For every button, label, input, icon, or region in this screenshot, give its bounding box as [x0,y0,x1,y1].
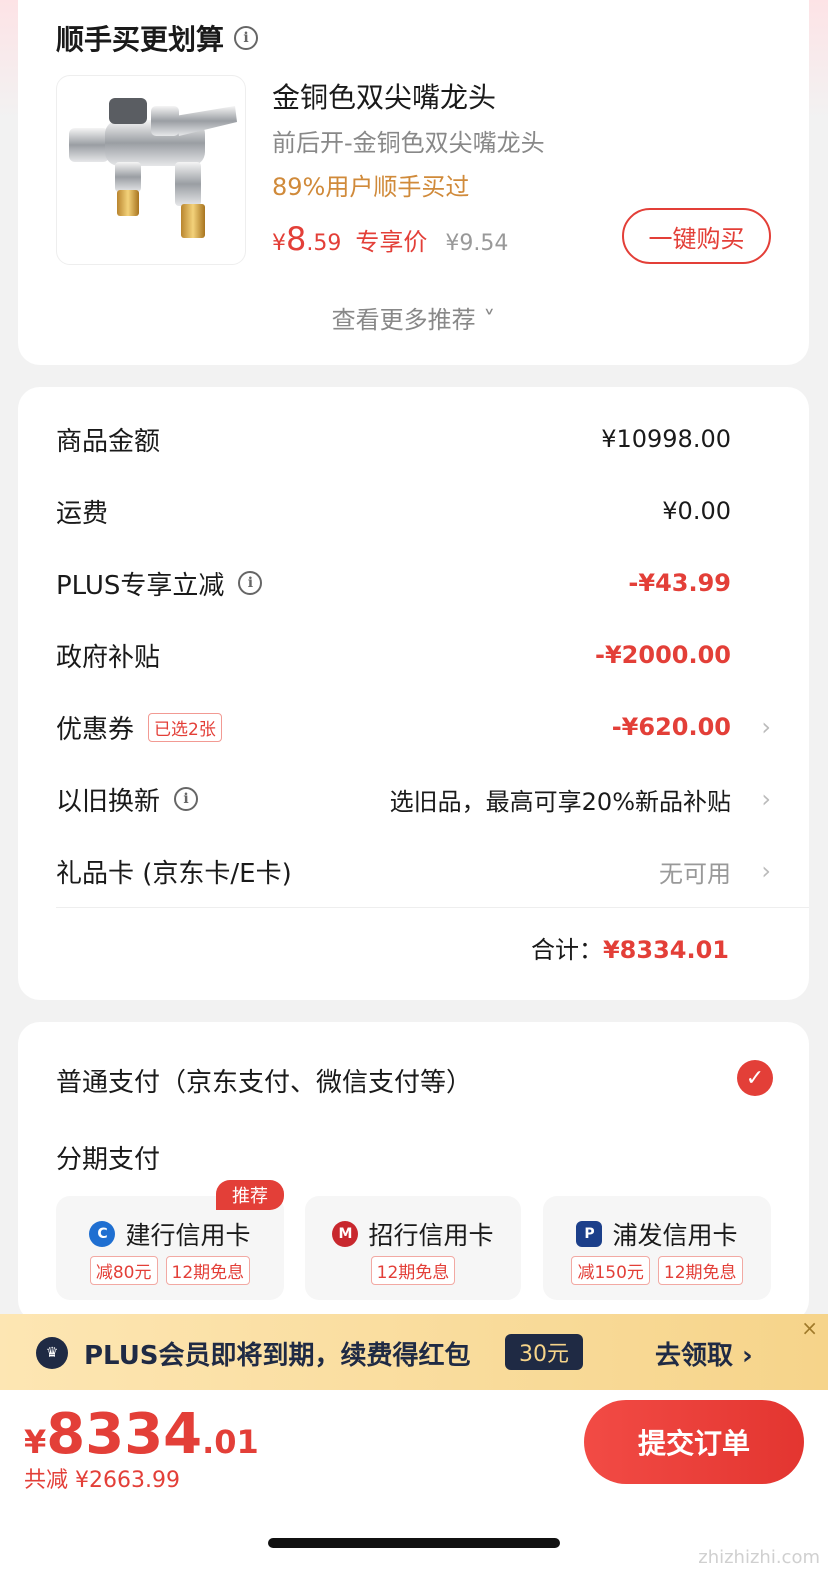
recommend-title: 顺手买更划算 i [56,18,259,58]
summary-label: 礼品卡 (京东卡/E卡) [56,858,292,889]
installment-payment-label: 分期支付 [56,1145,161,1175]
summary-row-shipping: 运费 ¥0.00 [56,491,771,531]
final-price: ¥ 8334 .01 [24,1402,259,1467]
summary-row-goods-amount: 商品金额 ¥10998.00 [56,419,771,459]
final-price-integer: 8334 [46,1402,203,1467]
bottom-checkout-bar: ¥ 8334 .01 共减 ¥2663.99 提交订单 zhizhizhi.co… [0,1390,828,1572]
summary-label: 以旧换新 i [56,781,199,818]
product-price: ¥ 8 .59 专享价 ¥9.54 [272,220,508,258]
summary-label-text: PLUS专享立减 [56,570,225,601]
summary-value: ¥10998.00 [601,425,731,453]
total-amount: ¥8334.01 [602,936,729,964]
submit-order-button[interactable]: 提交订单 [584,1400,804,1484]
product-subtitle: 前后开-金铜色双尖嘴龙头 [272,129,545,157]
summary-label: PLUS专享立减 i [56,565,263,602]
bank-name-text: 浦发信用卡 [612,1221,738,1250]
summary-label-text: 优惠券 [56,714,135,745]
bank-tags: 减80元 12期免息 [56,1256,284,1285]
product-name[interactable]: 金铜色双尖嘴龙头 [272,76,496,116]
plus-renewal-banner[interactable]: ♛ PLUS会员即将到期，续费得红包 30元 去领取 › × [0,1314,828,1390]
summary-value: 选旧品，最高可享20%新品补贴 [389,787,731,816]
payment-card: 普通支付（京东支付、微信支付等） ✓ 分期支付 C 建行信用卡 减80元 12期… [18,1022,809,1322]
summary-row-gov-subsidy: 政府补贴 -¥2000.00 [56,635,771,675]
bank-option-cmb[interactable]: M 招行信用卡 12期免息 [305,1196,521,1300]
recommend-badge: 推荐 [216,1180,284,1210]
home-indicator[interactable] [268,1538,560,1548]
bank-name-text: 招行信用卡 [368,1221,494,1250]
bank-tag: 12期免息 [165,1256,251,1285]
plus-claim-button[interactable]: 去领取 › [655,1335,753,1372]
plus-banner-text: PLUS会员即将到期，续费得红包 [84,1341,471,1371]
coupon-selected-tag: 已选2张 [148,712,222,742]
chevron-right-icon: › [761,713,771,741]
summary-label: 政府补贴 [56,642,161,673]
bank-name: C 建行信用卡 [56,1216,284,1252]
bank-tag: 减150元 [571,1256,650,1285]
bank-name: M 招行信用卡 [305,1216,521,1252]
normal-payment-option[interactable]: 普通支付（京东支付、微信支付等） [56,1062,472,1099]
bank-tag: 12期免息 [370,1256,456,1285]
info-icon[interactable]: i [234,26,259,50]
chevron-right-icon: › [761,857,771,885]
final-price-currency: ¥ [24,1423,47,1461]
original-price: ¥9.54 [445,231,509,256]
summary-value: -¥2000.00 [595,641,731,669]
summary-value: -¥620.00 [611,713,731,741]
recommend-card: 顺手买更划算 i 金铜色双尖嘴龙头 前后开-金铜色双尖嘴龙头 89%用户顺手买过… [18,0,809,365]
summary-label-text: 以旧换新 [56,786,161,817]
bank-tag: 12期免息 [657,1256,743,1285]
spdb-logo-icon: P [576,1221,603,1247]
summary-row-gift-card[interactable]: 礼品卡 (京东卡/E卡) 无可用 › [56,851,771,891]
bank-tag: 减80元 [89,1256,158,1285]
summary-label: 运费 [56,498,109,529]
total-saved: 共减 ¥2663.99 [24,1468,180,1493]
summary-row-plus-discount: PLUS专享立减 i -¥43.99 [56,563,771,603]
bank-tags: 减150元 12期免息 [543,1256,771,1285]
watermark: zhizhizhi.com [698,1547,820,1568]
summary-value: ¥0.00 [662,497,731,525]
more-recommendations-link[interactable]: 查看更多推荐 ˅ [18,300,809,335]
bank-option-spdb[interactable]: P 浦发信用卡 减150元 12期免息 [543,1196,771,1300]
one-click-buy-button[interactable]: 一键购买 [622,208,771,264]
bank-name: P 浦发信用卡 [543,1216,771,1252]
final-price-decimal: .01 [202,1423,259,1461]
summary-label: 商品金额 [56,426,161,457]
info-icon[interactable]: i [174,787,199,811]
summary-total: 合计：¥8334.01 [531,930,729,965]
bank-option-ccb[interactable]: C 建行信用卡 减80元 12期免息 [56,1196,284,1300]
summary-value: -¥43.99 [628,569,731,597]
chevron-right-icon: › [761,785,771,813]
summary-row-coupon[interactable]: 优惠券 已选2张 -¥620.00 › [56,707,771,747]
summary-row-trade-in[interactable]: 以旧换新 i 选旧品，最高可享20%新品补贴 › [56,779,771,819]
check-icon[interactable]: ✓ [737,1060,773,1096]
price-currency: ¥ [272,231,286,256]
price-integer: 8 [286,220,307,258]
price-decimal: .59 [306,231,342,256]
summary-label: 优惠券 已选2张 [56,709,222,746]
close-icon[interactable]: × [801,1316,818,1340]
faucet-icon [69,98,237,238]
product-image[interactable] [56,75,246,265]
order-summary-card: 商品金额 ¥10998.00 运费 ¥0.00 PLUS专享立减 i -¥43.… [18,387,809,1000]
product-users-bought: 89%用户顺手买过 [272,173,470,201]
ccb-logo-icon: C [89,1221,116,1247]
recommend-title-text: 顺手买更划算 [56,23,225,56]
plus-logo-icon: ♛ [36,1337,68,1369]
plus-red-packet-amount: 30元 [505,1334,583,1370]
summary-value: 无可用 [659,859,731,888]
bank-tags: 12期免息 [305,1256,521,1285]
summary-divider [56,907,809,908]
total-label: 合计： [530,936,603,964]
info-icon[interactable]: i [238,571,263,595]
exclusive-price-tag: 专享价 [355,228,428,256]
bank-name-text: 建行信用卡 [125,1221,251,1250]
cmb-logo-icon: M [332,1221,359,1247]
